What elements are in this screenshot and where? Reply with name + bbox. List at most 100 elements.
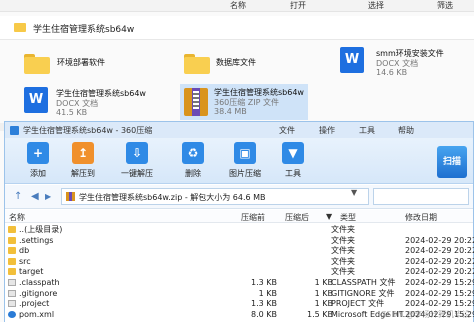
explorer-path: 学生住宿管理系统sb64w — [33, 25, 135, 35]
scan-button[interactable]: 扫描 — [437, 146, 467, 178]
zip-archive-icon — [184, 88, 208, 116]
menu-file[interactable]: 文件 — [279, 125, 295, 136]
item-name: 环境部署软件 — [57, 58, 105, 67]
archive-titlebar: 学生住宿管理系统sb64w - 360压缩 文件 操作 工具 帮助 — [5, 122, 473, 138]
menu-help[interactable]: 帮助 — [398, 125, 414, 136]
extract-to-button[interactable]: ↥ 解压到 — [63, 142, 103, 182]
extract-to-label: 解压到 — [71, 169, 95, 178]
item-size: 41.5 KB — [56, 108, 88, 117]
table-row[interactable]: target 文件夹 2024-02-29 20:22 — [5, 267, 474, 277]
menu-open[interactable]: 打开 — [290, 0, 306, 11]
table-row[interactable]: src 文件夹 2024-02-29 20:22 — [5, 256, 474, 267]
row-type: PROJECT 文件 — [331, 299, 385, 309]
explorer-item-system-zip[interactable]: 学生住宿管理系统sb64w 360压缩 ZIP 文件 38.4 MB — [180, 84, 308, 120]
file-list-header: 名称 压缩前 压缩后 ▼ 类型 修改日期 — [5, 210, 473, 223]
row-name: target — [19, 267, 44, 277]
row-type: 文件夹 — [331, 246, 355, 256]
delete-icon: ♻ — [182, 142, 204, 164]
explorer-item-env-software[interactable]: 环境部署软件 — [24, 52, 174, 90]
row-type: 文件夹 — [331, 267, 355, 277]
archive-address-bar: ↑ ◀ ▶ 学生住宿管理系统sb64w.zip - 解包大小为 64.6 MB … — [5, 185, 473, 209]
table-row[interactable]: .settings 文件夹 2024-02-29 20:22 — [5, 235, 474, 246]
row-name: pom.xml — [19, 309, 55, 319]
row-date: 2024-02-29 20:22 — [405, 267, 474, 277]
column-date[interactable]: 修改日期 — [405, 212, 437, 223]
extract-to-icon: ↥ — [72, 142, 94, 164]
image-compress-label: 图片压缩 — [229, 169, 261, 178]
folder-icon — [8, 268, 16, 276]
file-icon — [8, 279, 16, 286]
archive-window: 学生住宿管理系统sb64w - 360压缩 文件 操作 工具 帮助 + 添加 ↥… — [4, 121, 474, 322]
folder-icon — [8, 226, 16, 233]
row-name: .project — [19, 299, 50, 309]
row-type: GITIGNORE 文件 — [331, 288, 395, 298]
row-size: 1.3 KB — [251, 278, 277, 287]
sort-arrow-icon: ▼ — [326, 212, 333, 221]
file-list: 名称 压缩前 压缩后 ▼ 类型 修改日期 ..(上级目录) 文件夹 .setting… — [5, 210, 474, 322]
row-name: .classpath — [19, 278, 60, 287]
explorer-item-smm-install-doc[interactable]: W smm环境安装文件 DOCX 文档 14.6 KB — [340, 47, 470, 85]
tools-label: 工具 — [285, 169, 301, 178]
row-date: 2024-02-29 15:29 — [405, 299, 474, 309]
explorer-path-bar[interactable]: 学生住宿管理系统sb64w — [0, 16, 474, 40]
one-click-extract-button[interactable]: ⇩ 一键解压 — [115, 142, 159, 182]
tools-button[interactable]: ▼ 工具 — [273, 142, 313, 182]
table-row[interactable]: .gitignore 1 KB 1 KB GITIGNORE 文件 2024-02-29… — [5, 288, 474, 299]
row-name: db — [19, 246, 30, 256]
row-type: CLASSPATH 文件 — [331, 278, 396, 287]
menu-operation[interactable]: 操作 — [319, 125, 335, 136]
window-title: 学生住宿管理系统sb64w - 360压缩 — [23, 126, 153, 135]
menu-name[interactable]: 名称 — [230, 0, 246, 11]
column-name[interactable]: 名称 — [9, 212, 25, 223]
edge-html-icon — [8, 310, 16, 318]
row-type: 文件夹 — [331, 235, 355, 245]
table-row[interactable]: .classpath 1.3 KB 1 KB CLASSPATH 文件 2024-02-… — [5, 278, 474, 288]
one-click-extract-label: 一键解压 — [121, 169, 153, 178]
item-name: 数据库文件 — [216, 58, 256, 67]
forward-icon[interactable]: ▶ — [45, 191, 51, 203]
row-name: .settings — [19, 235, 54, 245]
folder-icon — [184, 52, 210, 74]
row-size: 1 KB — [258, 288, 277, 298]
explorer-item-system-doc[interactable]: W 学生住宿管理系统sb64w DOCX 文档 41.5 KB — [24, 87, 174, 125]
app-icon — [10, 126, 19, 135]
menu-select[interactable]: 选择 — [368, 0, 384, 11]
up-arrow-icon[interactable]: ↑ — [14, 191, 22, 203]
column-size[interactable]: 压缩前 — [241, 212, 265, 223]
address-field[interactable]: 学生住宿管理系统sb64w.zip - 解包大小为 64.6 MB — [61, 188, 369, 205]
column-compressed-size[interactable]: 压缩后 — [285, 212, 309, 223]
explorer-menubar: 名称 打开 选择 筛选 — [0, 0, 474, 12]
chevron-down-icon[interactable]: ▼ — [351, 188, 357, 197]
table-row[interactable]: .project 1.3 KB 1 KB PROJECT 文件 2024-02-29 1… — [5, 299, 474, 309]
row-size: 1.3 KB — [251, 299, 277, 309]
search-input[interactable] — [373, 188, 469, 205]
table-row[interactable]: ..(上级目录) 文件夹 — [5, 225, 473, 235]
watermark: CSDN @李杨计算机毕设 — [380, 310, 470, 319]
one-click-extract-icon: ⇩ — [126, 142, 148, 164]
row-date: 2024-02-29 15:29 — [405, 278, 474, 287]
row-date: 2024-02-29 20:22 — [405, 235, 474, 245]
word-doc-icon: W — [340, 47, 364, 73]
file-icon — [8, 289, 16, 297]
row-type: 文件夹 — [331, 256, 355, 266]
image-compress-icon: ▣ — [234, 142, 256, 164]
add-button[interactable]: + 添加 — [18, 142, 58, 182]
back-icon[interactable]: ◀ — [31, 191, 39, 203]
folder-icon — [8, 236, 16, 244]
delete-label: 删除 — [185, 169, 201, 178]
row-date: 2024-02-29 15:29 — [405, 288, 474, 298]
add-label: 添加 — [30, 169, 46, 178]
archive-toolbar: + 添加 ↥ 解压到 ⇩ 一键解压 ♻ 删除 ▣ 图片压缩 ▼ 工具 扫描 — [5, 138, 473, 184]
address-text: 学生住宿管理系统sb64w.zip - 解包大小为 64.6 MB — [79, 193, 266, 202]
zip-archive-icon — [66, 192, 75, 201]
add-icon: + — [27, 142, 49, 164]
row-name: ..(上级目录) — [19, 225, 63, 234]
delete-button[interactable]: ♻ 删除 — [173, 142, 213, 182]
image-compress-button[interactable]: ▣ 图片压缩 — [223, 142, 267, 182]
menu-filter[interactable]: 筛选 — [437, 0, 453, 11]
row-date: 2024-02-29 20:22 — [405, 256, 474, 266]
item-size: 38.4 MB — [214, 107, 247, 116]
table-row[interactable]: db 文件夹 2024-02-29 20:22 — [5, 246, 474, 256]
column-type[interactable]: 类型 — [340, 212, 356, 223]
menu-tools[interactable]: 工具 — [359, 125, 375, 136]
